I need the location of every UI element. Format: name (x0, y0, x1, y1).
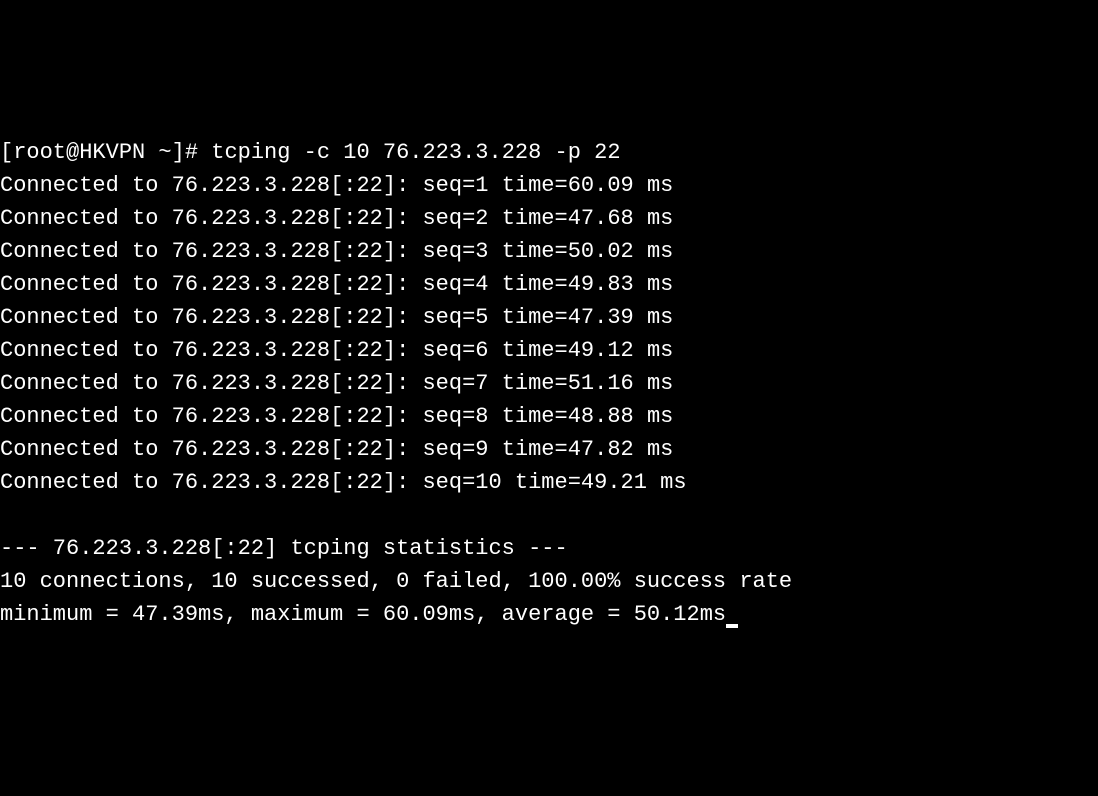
result-unit: ms (647, 371, 673, 396)
prompt-user-host: [root@HKVPN ~]# (0, 140, 198, 165)
result-time: time=47.82 (502, 437, 634, 462)
result-seq: seq=6 (422, 338, 488, 363)
result-seq: seq=9 (422, 437, 488, 462)
result-unit: ms (647, 305, 673, 330)
result-prefix: Connected to (0, 173, 158, 198)
result-line: Connected to 76.223.3.228[:22]: seq=8 ti… (0, 400, 1098, 433)
result-unit: ms (647, 206, 673, 231)
result-time: time=51.16 (502, 371, 634, 396)
cursor-icon (726, 624, 738, 628)
result-prefix: Connected to (0, 239, 158, 264)
result-seq: seq=8 (422, 404, 488, 429)
result-prefix: Connected to (0, 206, 158, 231)
result-addr: 76.223.3.228[:22]: (172, 371, 410, 396)
result-addr: 76.223.3.228[:22]: (172, 404, 410, 429)
stats-summary: 10 connections, 10 successed, 0 failed, … (0, 565, 1098, 598)
result-prefix: Connected to (0, 371, 158, 396)
result-prefix: Connected to (0, 404, 158, 429)
result-seq: seq=10 (422, 470, 501, 495)
stats-timing-line: minimum = 47.39ms, maximum = 60.09ms, av… (0, 598, 1098, 631)
result-addr: 76.223.3.228[:22]: (172, 305, 410, 330)
result-line: Connected to 76.223.3.228[:22]: seq=7 ti… (0, 367, 1098, 400)
result-unit: ms (647, 272, 673, 297)
result-prefix: Connected to (0, 470, 158, 495)
terminal-output: [root@HKVPN ~]# tcping -c 10 76.223.3.22… (0, 136, 1098, 631)
result-addr: 76.223.3.228[:22]: (172, 272, 410, 297)
result-unit: ms (660, 470, 686, 495)
result-line: Connected to 76.223.3.228[:22]: seq=4 ti… (0, 268, 1098, 301)
result-time: time=47.39 (502, 305, 634, 330)
result-time: time=49.83 (502, 272, 634, 297)
result-prefix: Connected to (0, 272, 158, 297)
result-seq: seq=4 (422, 272, 488, 297)
result-addr: 76.223.3.228[:22]: (172, 338, 410, 363)
result-line: Connected to 76.223.3.228[:22]: seq=3 ti… (0, 235, 1098, 268)
prompt-line[interactable]: [root@HKVPN ~]# tcping -c 10 76.223.3.22… (0, 136, 1098, 169)
result-time: time=49.21 (515, 470, 647, 495)
blank-line (0, 499, 1098, 532)
result-line: Connected to 76.223.3.228[:22]: seq=6 ti… (0, 334, 1098, 367)
result-seq: seq=1 (422, 173, 488, 198)
prompt-command: tcping -c 10 76.223.3.228 -p 22 (211, 140, 620, 165)
result-addr: 76.223.3.228[:22]: (172, 206, 410, 231)
result-seq: seq=2 (422, 206, 488, 231)
result-line: Connected to 76.223.3.228[:22]: seq=2 ti… (0, 202, 1098, 235)
result-addr: 76.223.3.228[:22]: (172, 470, 410, 495)
result-time: time=49.12 (502, 338, 634, 363)
result-addr: 76.223.3.228[:22]: (172, 173, 410, 198)
result-addr: 76.223.3.228[:22]: (172, 437, 410, 462)
result-time: time=50.02 (502, 239, 634, 264)
result-time: time=60.09 (502, 173, 634, 198)
result-seq: seq=3 (422, 239, 488, 264)
result-seq: seq=7 (422, 371, 488, 396)
result-prefix: Connected to (0, 305, 158, 330)
result-unit: ms (647, 437, 673, 462)
result-addr: 76.223.3.228[:22]: (172, 239, 410, 264)
result-seq: seq=5 (422, 305, 488, 330)
result-line: Connected to 76.223.3.228[:22]: seq=5 ti… (0, 301, 1098, 334)
stats-timing: minimum = 47.39ms, maximum = 60.09ms, av… (0, 602, 726, 627)
result-time: time=48.88 (502, 404, 634, 429)
result-unit: ms (647, 239, 673, 264)
result-time: time=47.68 (502, 206, 634, 231)
result-line: Connected to 76.223.3.228[:22]: seq=1 ti… (0, 169, 1098, 202)
result-unit: ms (647, 173, 673, 198)
result-prefix: Connected to (0, 437, 158, 462)
result-unit: ms (647, 338, 673, 363)
stats-header: --- 76.223.3.228[:22] tcping statistics … (0, 532, 1098, 565)
result-line: Connected to 76.223.3.228[:22]: seq=9 ti… (0, 433, 1098, 466)
result-prefix: Connected to (0, 338, 158, 363)
result-line: Connected to 76.223.3.228[:22]: seq=10 t… (0, 466, 1098, 499)
result-unit: ms (647, 404, 673, 429)
